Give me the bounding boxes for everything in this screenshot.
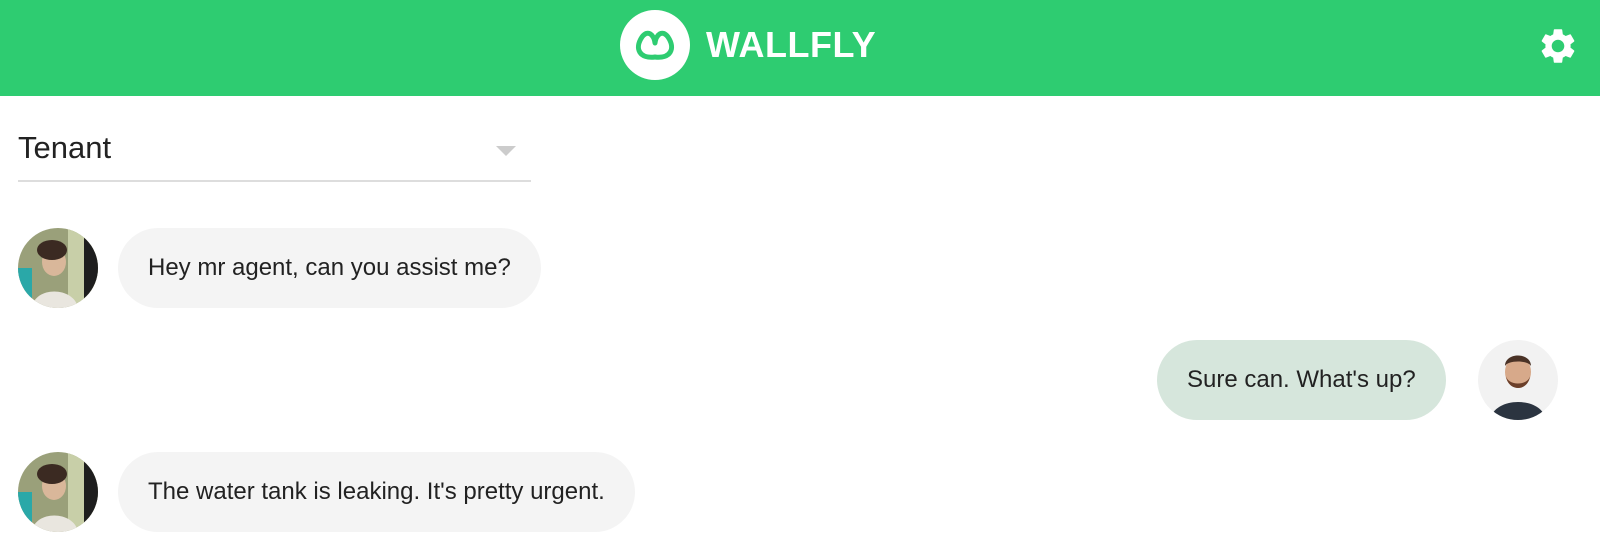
app-header: WALLFLY: [0, 0, 1600, 96]
brand-name: WALLFLY: [706, 24, 877, 65]
tenant-avatar: [18, 228, 98, 308]
agent-avatar: [1478, 340, 1558, 420]
message-bubble-outgoing: Sure can. What's up?: [1157, 340, 1446, 420]
brand[interactable]: WALLFLY: [620, 10, 876, 80]
wallfly-logo-icon: [620, 10, 690, 80]
message-text: Sure can. What's up?: [1187, 366, 1416, 393]
message-bubble-incoming: Hey mr agent, can you assist me?: [118, 228, 541, 308]
role-select[interactable]: Tenant: [18, 122, 531, 182]
message-text: The water tank is leaking. It's pretty u…: [148, 478, 605, 505]
message-bubble-incoming: The water tank is leaking. It's pretty u…: [118, 452, 635, 532]
role-select-value: Tenant: [18, 130, 112, 165]
caret-down-icon[interactable]: [496, 146, 516, 156]
tenant-avatar: [18, 452, 98, 532]
message-text: Hey mr agent, can you assist me?: [148, 254, 511, 281]
gear-icon[interactable]: [1537, 25, 1579, 67]
